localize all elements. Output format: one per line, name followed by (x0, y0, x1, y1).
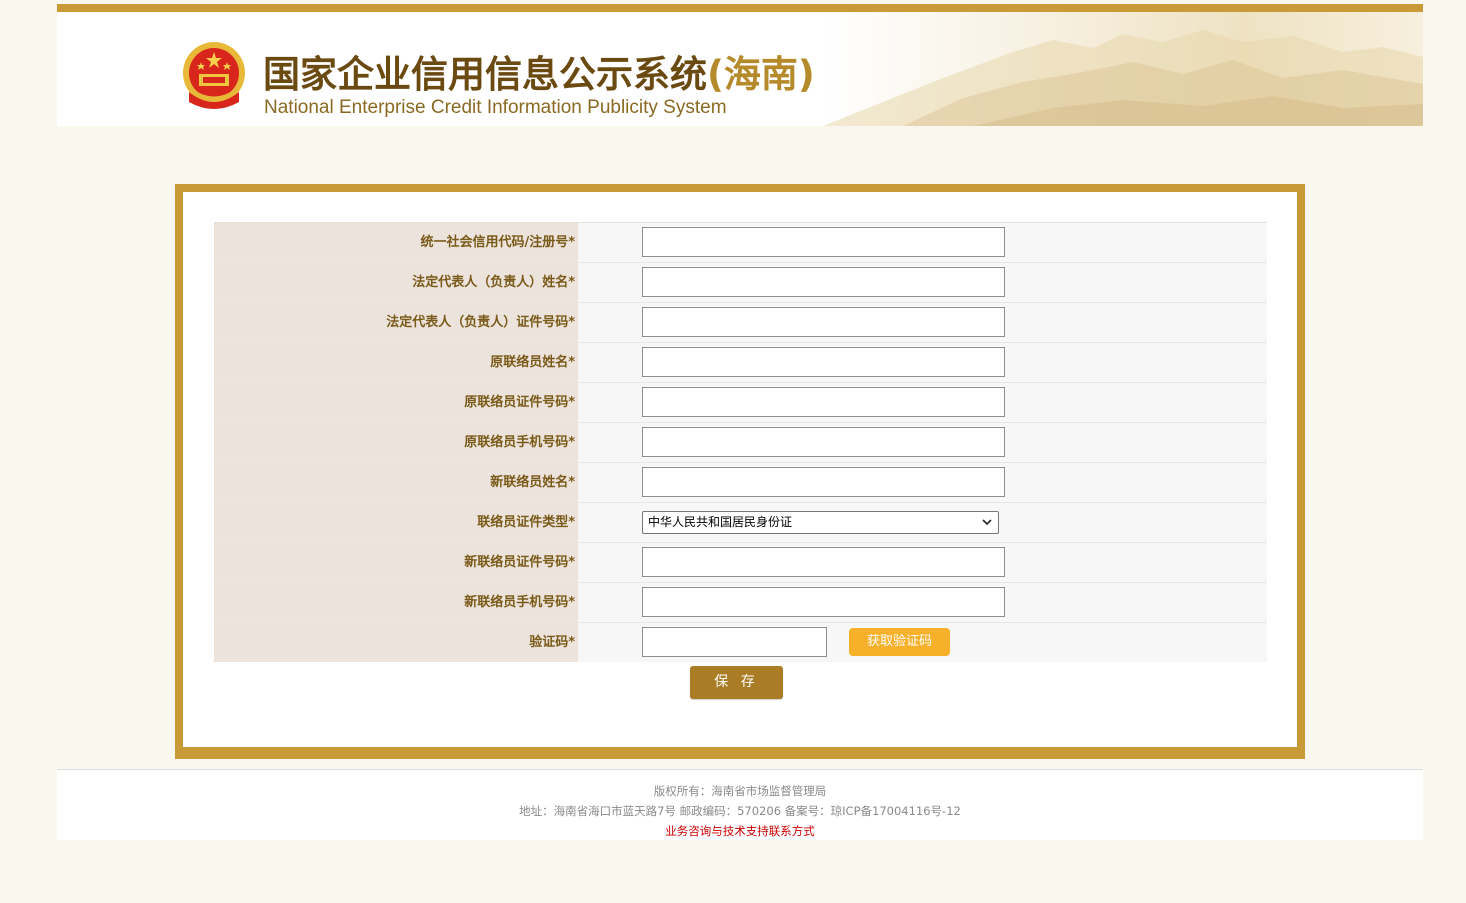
old-contact-phone-input[interactable] (642, 427, 1005, 457)
field-label: 联络员证件类型* (214, 503, 578, 542)
top-accent-bar (57, 4, 1423, 12)
field-value-cell (578, 343, 1267, 382)
new-contact-phone-input[interactable] (642, 587, 1005, 617)
site-footer: 版权所有：海南省市场监督管理局 地址：海南省海口市蓝天路7号 邮政编码：5702… (57, 769, 1423, 840)
verification-code-input[interactable] (642, 627, 827, 657)
old-contact-id-input[interactable] (642, 387, 1005, 417)
field-label: 原联络员姓名* (214, 343, 578, 382)
site-title-main: 国家企业信用信息公示系统 (263, 53, 707, 96)
old-contact-name-input[interactable] (642, 347, 1005, 377)
form-row-old-contact-phone: 原联络员手机号码* (214, 422, 1267, 462)
field-value-cell (578, 303, 1267, 342)
form-row-legal-rep-name: 法定代表人（负责人）姓名* (214, 262, 1267, 302)
national-emblem-icon (181, 40, 247, 114)
new-contact-name-input[interactable] (642, 467, 1005, 497)
contact-change-form: 统一社会信用代码/注册号* 法定代表人（负责人）姓名* 法定代表人（负责人）证件… (214, 222, 1267, 662)
form-panel: 统一社会信用代码/注册号* 法定代表人（负责人）姓名* 法定代表人（负责人）证件… (183, 192, 1297, 747)
site-title-en: National Enterprise Credit Information P… (264, 97, 727, 118)
field-value-cell (578, 583, 1267, 622)
form-row-id-type: 联络员证件类型* 中华人民共和国居民身份证 (214, 502, 1267, 542)
field-label: 新联络员姓名* (214, 463, 578, 502)
field-value-cell: 获取验证码 (578, 623, 1267, 662)
field-value-cell (578, 223, 1267, 262)
field-label: 统一社会信用代码/注册号* (214, 223, 578, 262)
field-value-cell (578, 383, 1267, 422)
field-value-cell (578, 423, 1267, 462)
form-row-old-contact-id: 原联络员证件号码* (214, 382, 1267, 422)
footer-contact-link[interactable]: 业务咨询与技术支持联系方式 (57, 821, 1423, 841)
form-row-legal-rep-id: 法定代表人（负责人）证件号码* (214, 302, 1267, 342)
site-title-region: (海南) (707, 53, 815, 96)
id-type-selected-value: 中华人民共和国居民身份证 (648, 515, 793, 529)
field-value-cell (578, 263, 1267, 302)
footer-address: 地址：海南省海口市蓝天路7号 邮政编码：570206 备案号：琼ICP备1700… (519, 804, 961, 818)
field-label: 验证码* (214, 623, 578, 662)
credit-code-input[interactable] (642, 227, 1005, 257)
id-type-select[interactable]: 中华人民共和国居民身份证 (642, 511, 999, 534)
site-header: 国家企业信用信息公示系统(海南) National Enterprise Cre… (57, 12, 1423, 126)
form-row-new-contact-name: 新联络员姓名* (214, 462, 1267, 502)
field-label: 新联络员证件号码* (214, 543, 578, 582)
page-container: 国家企业信用信息公示系统(海南) National Enterprise Cre… (57, 4, 1423, 126)
legal-rep-name-input[interactable] (642, 267, 1005, 297)
legal-rep-id-input[interactable] (642, 307, 1005, 337)
form-frame: 统一社会信用代码/注册号* 法定代表人（负责人）姓名* 法定代表人（负责人）证件… (175, 184, 1305, 759)
field-label: 原联络员证件号码* (214, 383, 578, 422)
get-verification-code-button[interactable]: 获取验证码 (849, 628, 950, 656)
form-row-new-contact-phone: 新联络员手机号码* (214, 582, 1267, 622)
footer-copyright: 版权所有：海南省市场监督管理局 (653, 784, 827, 798)
form-row-credit-code: 统一社会信用代码/注册号* (214, 222, 1267, 262)
chevron-down-icon (981, 512, 993, 540)
form-row-old-contact-name: 原联络员姓名* (214, 342, 1267, 382)
field-label: 原联络员手机号码* (214, 423, 578, 462)
field-value-cell (578, 543, 1267, 582)
new-contact-id-input[interactable] (642, 547, 1005, 577)
field-label: 新联络员手机号码* (214, 583, 578, 622)
field-value-cell (578, 463, 1267, 502)
header-mountain-background (823, 12, 1423, 126)
field-label: 法定代表人（负责人）姓名* (214, 263, 578, 302)
save-button[interactable]: 保 存 (690, 666, 783, 699)
form-row-new-contact-id: 新联络员证件号码* (214, 542, 1267, 582)
site-title-cn: 国家企业信用信息公示系统(海南) (263, 44, 815, 98)
form-row-verification-code: 验证码* 获取验证码 (214, 622, 1267, 662)
field-label: 法定代表人（负责人）证件号码* (214, 303, 578, 342)
field-value-cell: 中华人民共和国居民身份证 (578, 503, 1267, 542)
